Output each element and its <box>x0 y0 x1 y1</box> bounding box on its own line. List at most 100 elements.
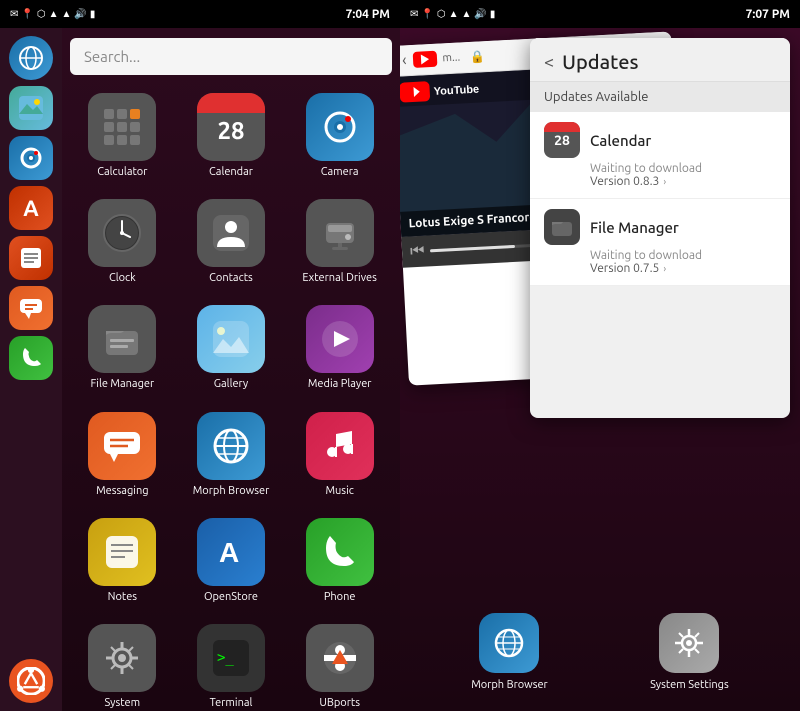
file-manager-label: File Manager <box>91 378 155 391</box>
right-location-icon: 📍 <box>421 8 433 20</box>
left-status-icons: ✉ 📍 ⬡ ▲ ▲ 🔊 ▮ <box>10 8 95 20</box>
dock-morph-svg <box>491 625 527 661</box>
app-item-camera[interactable]: Camera <box>287 85 392 187</box>
dock-item-morph-browser[interactable]: Morph Browser <box>471 613 548 691</box>
app-item-morph-browser[interactable]: Morph Browser <box>179 404 284 506</box>
ubuntu-button[interactable] <box>9 659 53 703</box>
app-item-file-manager[interactable]: File Manager <box>70 297 175 399</box>
messaging-icon <box>100 424 144 468</box>
globe-icon <box>17 44 45 72</box>
right-signal-icon: ▲ <box>449 8 459 20</box>
url-text: m... <box>442 52 460 65</box>
phone-label: Phone <box>324 591 356 604</box>
updates-card: < Updates Updates Available 28 Calendar … <box>530 38 790 418</box>
calendar-version-chevron: › <box>663 176 666 187</box>
phone-icon <box>318 530 362 574</box>
music-icon <box>318 424 362 468</box>
updates-back-button[interactable]: < <box>544 52 554 72</box>
youtube-logo <box>412 51 437 68</box>
left-panel: ✉ 📍 ⬡ ▲ ▲ 🔊 ▮ 7:04 PM <box>0 0 400 711</box>
filemanager-version-chevron: › <box>663 263 666 274</box>
sidebar-app-1[interactable] <box>9 36 53 80</box>
app-item-terminal[interactable]: >_ Terminal <box>179 616 284 711</box>
external-drives-icon <box>318 211 362 255</box>
notes-sidebar-icon <box>17 244 45 272</box>
app-item-phone[interactable]: Phone <box>287 510 392 612</box>
calendar-date: 28 <box>217 117 244 144</box>
search-bar[interactable]: Search... <box>70 38 392 75</box>
app-item-openstore[interactable]: A OpenStore <box>179 510 284 612</box>
bluetooth-icon: ⬡ <box>37 8 46 20</box>
sidebar-app-7[interactable] <box>9 336 53 380</box>
dock-settings-icon <box>659 613 719 673</box>
lock-icon: 🔒 <box>470 49 486 64</box>
sidebar-app-5[interactable] <box>9 236 53 280</box>
camera-sidebar-icon <box>17 144 45 172</box>
right-content: ‹ m... 🔒 YouTube <box>400 28 800 597</box>
filemanager-update-name: File Manager <box>590 219 679 236</box>
app-item-ubports[interactable]: UBports <box>287 616 392 711</box>
notes-label: Notes <box>108 591 137 604</box>
sidebar-app-2[interactable] <box>9 86 53 130</box>
prev-button[interactable]: ⏮ <box>410 242 425 262</box>
filemanager-update-status: Waiting to download <box>544 249 776 262</box>
openstore-icon: A <box>209 530 253 574</box>
updates-title: Updates <box>562 50 638 73</box>
filemanager-update-svg <box>551 216 573 238</box>
app-item-contacts[interactable]: Contacts <box>179 191 284 293</box>
bottom-dock: Morph Browser System Settings <box>400 597 800 711</box>
app-item-music[interactable]: Music <box>287 404 392 506</box>
gallery-icon <box>209 317 253 361</box>
location-icon: 📍 <box>21 8 33 20</box>
external-drives-label: External Drives <box>302 272 377 285</box>
app-item-calculator[interactable]: Calculator <box>70 85 175 187</box>
svg-text:YouTube: YouTube <box>433 84 479 98</box>
calculator-label: Calculator <box>97 166 147 179</box>
file-manager-icon <box>100 317 144 361</box>
updates-header: < Updates <box>530 38 790 82</box>
progress-fill <box>430 245 515 252</box>
phone-sidebar-icon <box>17 344 45 372</box>
music-label: Music <box>325 485 353 498</box>
terminal-icon: >_ <box>209 636 253 680</box>
dock-settings-svg <box>671 625 707 661</box>
right-panel: ✉ 📍 ⬡ ▲ ▲ 🔊 ▮ 7:07 PM ‹ m... 🔒 <box>400 0 800 711</box>
camera-app-icon <box>320 107 360 147</box>
app-item-media-player[interactable]: Media Player ••• <box>287 297 392 399</box>
sidebar-app-6[interactable] <box>9 286 53 330</box>
app-item-gallery[interactable]: Gallery <box>179 297 284 399</box>
app-item-external-drives[interactable]: External Drives <box>287 191 392 293</box>
update-item-filemanager: File Manager Waiting to download Version… <box>530 199 790 286</box>
app-item-calendar[interactable]: 28 Calendar <box>179 85 284 187</box>
back-btn[interactable]: ‹ <box>402 51 407 69</box>
calendar-label: Calendar <box>209 166 253 179</box>
update-item-filemanager-header: File Manager <box>544 209 776 245</box>
right-time: 7:07 PM <box>746 8 790 21</box>
ubuntu-logo <box>17 667 45 695</box>
media-player-icon <box>318 317 362 361</box>
sidebar-app-4[interactable]: A <box>9 186 53 230</box>
update-item-calendar-header: 28 Calendar <box>544 122 776 158</box>
sidebar-app-3[interactable] <box>9 136 53 180</box>
dock-settings-label: System Settings <box>650 679 729 691</box>
clock-label: Clock <box>109 272 136 285</box>
media-player-label: Media Player <box>308 378 372 391</box>
contacts-label: Contacts <box>209 272 253 285</box>
right-wifi-icon: ▲ <box>461 8 471 20</box>
camera-label: Camera <box>321 166 359 179</box>
app-item-system[interactable]: System <box>70 616 175 711</box>
gallery-label: Gallery <box>214 378 249 391</box>
app-item-messaging[interactable]: Messaging <box>70 404 175 506</box>
dock-item-system-settings[interactable]: System Settings <box>650 613 729 691</box>
filemanager-update-version[interactable]: Version 0.7.5 › <box>544 262 776 275</box>
app-grid: Calculator 28 Calendar <box>70 85 392 711</box>
app-item-notes[interactable]: Notes <box>70 510 175 612</box>
sidebar: A <box>0 28 62 711</box>
morph-browser-label: Morph Browser <box>193 485 270 498</box>
contacts-app-icon <box>209 211 253 255</box>
app-item-clock[interactable]: Clock <box>70 191 175 293</box>
landscape-icon <box>17 94 45 122</box>
calendar-update-status: Waiting to download <box>544 162 776 175</box>
calendar-update-version[interactable]: Version 0.8.3 › <box>544 175 776 188</box>
ubports-label: UBports <box>319 697 360 710</box>
